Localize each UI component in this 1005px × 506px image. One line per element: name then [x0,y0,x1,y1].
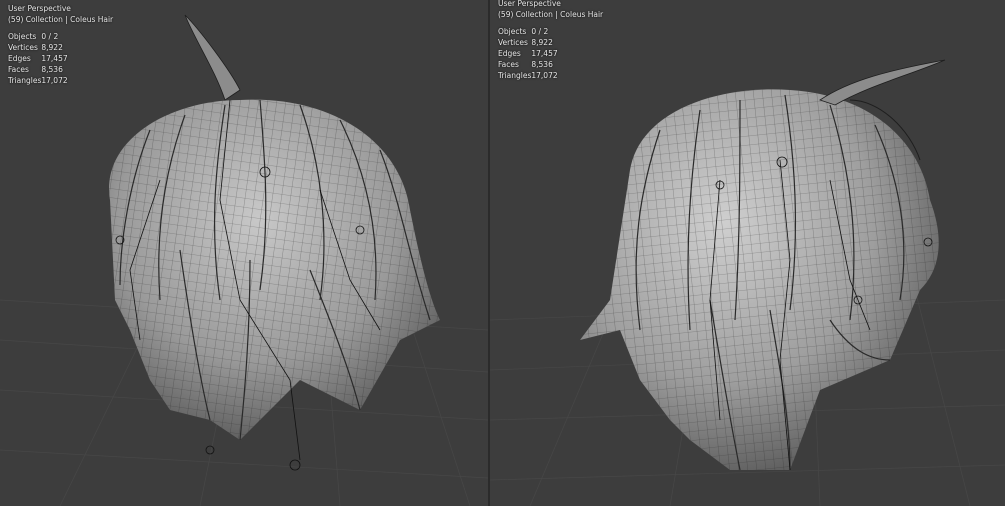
stat-value: 17,457 [41,54,68,63]
stat-label: Faces [498,60,519,69]
stat-value: 17,457 [531,49,558,58]
stat-row: Triangles 17,072 [498,70,558,81]
view-perspective-label: User Perspective [498,0,561,8]
stat-label: Objects [498,27,527,36]
stat-row: Edges 17,457 [8,53,68,64]
stat-value: 0 / 2 [531,27,549,36]
scene-statistics: Objects 0 / 2 Vertices 8,922 Edges 17,457 F… [498,26,558,81]
stat-label: Vertices [8,43,38,52]
stat-row: Objects 0 / 2 [498,26,558,37]
viewport-right[interactable]: User Perspective (59) Collection | Coleu… [490,0,1005,506]
viewport-left[interactable]: User Perspective (59) Collection | Coleu… [0,0,488,506]
view-perspective-label: User Perspective [8,4,71,13]
scene-statistics: Objects 0 / 2 Vertices 8,922 Edges 17,457 F… [8,31,68,86]
viewport-info-overlay: User Perspective (59) Collection | Coleu… [8,3,113,86]
stat-row: Triangles 17,072 [8,75,68,86]
stat-value: 0 / 2 [41,32,59,41]
stat-label: Objects [8,32,37,41]
stat-row: Objects 0 / 2 [8,31,68,42]
stat-row: Edges 17,457 [498,48,558,59]
viewport-area: User Perspective (59) Collection | Coleu… [0,0,1005,506]
stat-value: 8,922 [531,38,553,47]
stat-label: Vertices [498,38,528,47]
collection-label: (59) Collection | Coleus Hair [498,10,604,19]
stat-row: Faces 8,536 [8,64,68,75]
stat-label: Triangles [498,71,532,80]
collection-label: (59) Collection | Coleus Hair [8,15,114,24]
stat-row: Vertices 8,922 [8,42,68,53]
stat-row: Faces 8,536 [498,59,558,70]
stat-value: 17,072 [41,76,68,85]
stat-value: 8,922 [41,43,63,52]
hair-mesh-left [109,14,440,471]
stat-label: Edges [498,49,521,58]
stat-value: 8,536 [531,60,553,69]
stat-label: Edges [8,54,31,63]
stat-value: 17,072 [531,71,558,80]
stat-value: 8,536 [41,65,63,74]
viewport-info-overlay: User Perspective (59) Collection | Coleu… [498,0,603,81]
stat-label: Faces [8,65,29,74]
stat-label: Triangles [8,76,42,85]
stat-row: Vertices 8,922 [498,37,558,48]
